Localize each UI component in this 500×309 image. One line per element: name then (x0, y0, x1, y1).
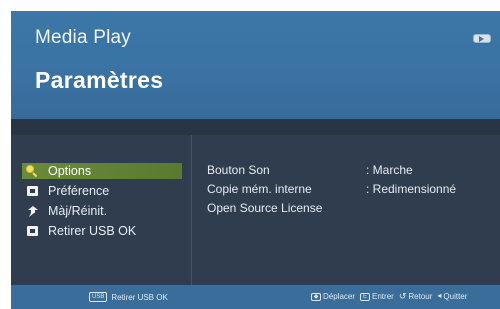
setting-value-internal-memory-copy: : Redimensionné (366, 182, 457, 196)
hint-enter: E Entrer (360, 292, 394, 301)
hint-enter-label: Entrer (372, 292, 394, 301)
usb-remove-icon (26, 225, 38, 237)
hint-back-label: Retour (408, 292, 433, 301)
media-card-icon (473, 34, 491, 43)
tv-screen: Media Play Paramètres Options Préférence (11, 11, 500, 309)
navigation-hints: ◆ Déplacer E Entrer ↺ Retour ◂ Quitter (311, 290, 472, 301)
menu-item-usb-remove[interactable]: Retirer USB OK (22, 223, 182, 239)
preference-icon (26, 185, 38, 197)
update-icon (26, 205, 38, 217)
hint-move-label: Déplacer (323, 292, 356, 301)
hint-move: ◆ Déplacer (311, 292, 355, 301)
menu-item-label: Préférence (48, 184, 110, 198)
setting-value-sound-button: : Marche (366, 163, 413, 177)
menu-item-options[interactable]: Options (22, 163, 182, 179)
footer-hints: USB Retirer USB OK ◆ Déplacer E Entrer ↺… (11, 285, 500, 309)
hint-exit-label: Quitter (443, 292, 468, 301)
usb-key-icon: USB (89, 292, 108, 302)
move-key-icon: ◆ (311, 292, 321, 301)
usb-remove-hint-label: Retirer USB OK (111, 292, 168, 302)
usb-remove-hint: USB Retirer USB OK (89, 292, 168, 302)
menu-item-label: Màj/Réinit. (48, 204, 108, 218)
return-key-icon: ↺ (398, 290, 407, 301)
app-title: Media Play (35, 27, 131, 48)
main-panel: Options Préférence Màj/Réinit. Retirer U… (11, 135, 500, 285)
hint-exit: ◂ Quitter (437, 290, 468, 301)
menu-item-preference[interactable]: Préférence (22, 183, 182, 199)
settings-list: Bouton Son : Marche Copie mém. interne :… (207, 135, 500, 285)
header-divider (11, 119, 500, 135)
menu-item-label: Options (48, 164, 92, 178)
menu-item-label: Retirer USB OK (48, 224, 137, 238)
exit-key-icon: ◂ (437, 290, 442, 300)
page-title: Paramètres (35, 67, 164, 93)
menu-item-update-reset[interactable]: Màj/Réinit. (22, 203, 182, 219)
setting-label-internal-memory-copy[interactable]: Copie mém. interne (207, 182, 312, 196)
hint-back: ↺ Retour (398, 290, 433, 301)
search-icon (26, 165, 38, 178)
setting-label-sound-button[interactable]: Bouton Son (207, 163, 270, 177)
header: Media Play Paramètres (11, 11, 500, 119)
enter-key-icon: E (360, 292, 371, 301)
setting-label-open-source-license[interactable]: Open Source License (207, 201, 322, 215)
settings-menu: Options Préférence Màj/Réinit. Retirer U… (11, 135, 192, 285)
